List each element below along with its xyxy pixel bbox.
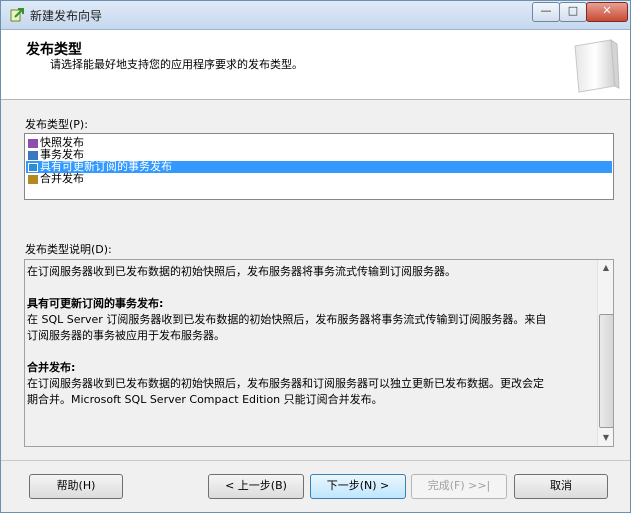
section-line: 订阅服务器的事务被应用于发布服务器。 [27,329,225,342]
page-subtitle: 请选择能最好地支持您的应用程序要求的发布类型。 [50,58,303,71]
finish-button[interactable]: 完成(F) >>| [411,474,507,499]
description-scrollbar[interactable]: ▲ ▼ [597,260,613,446]
wizard-header: 发布类型 请选择能最好地支持您的应用程序要求的发布类型。 [1,30,630,100]
transactional-publication-icon [28,150,38,160]
footer-divider [1,460,630,461]
section-line: 在 SQL Server 订阅服务器收到已发布数据的初始快照后，发布服务器将事务… [27,313,547,326]
minimize-button[interactable]: — [532,2,560,22]
title-bar: 新建发布向导 — □ ✕ [1,1,630,30]
section-heading: 具有可更新订阅的事务发布: [27,297,164,310]
description-box[interactable]: 在订阅服务器收到已发布数据的初始快照后，发布服务器将事务流式传输到订阅服务器。 … [24,259,614,447]
section-line: 期合并。Microsoft SQL Server Compact Edition… [27,393,383,406]
merge-publication-icon [28,174,38,184]
list-item-label: 合并发布 [40,172,84,185]
scroll-thumb[interactable] [599,314,613,428]
maximize-button[interactable]: □ [559,2,587,22]
wizard-window: 新建发布向导 — □ ✕ 发布类型 请选择能最好地支持您的应用程序要求的发布类型… [0,0,631,513]
description-label: 发布类型说明(D): [25,243,112,256]
publication-type-list[interactable]: 快照发布 事务发布 具有可更新订阅的事务发布 合并发布 [24,133,614,200]
close-button[interactable]: ✕ [586,2,628,22]
section-heading: 合并发布: [27,361,76,374]
scroll-up-icon[interactable]: ▲ [598,260,613,276]
description-text: 在订阅服务器收到已发布数据的初始快照后，发布服务器将事务流式传输到订阅服务器。 … [27,264,593,408]
window-title: 新建发布向导 [30,9,103,23]
description-intro: 在订阅服务器收到已发布数据的初始快照后，发布服务器将事务流式传输到订阅服务器。 [27,265,456,278]
list-item-updatable-transactional[interactable]: 具有可更新订阅的事务发布 [26,161,612,173]
back-button[interactable]: < 上一步(B) [208,474,304,499]
next-button[interactable]: 下一步(N) > [310,474,406,499]
scroll-down-icon[interactable]: ▼ [598,430,613,446]
cancel-button[interactable]: 取消 [514,474,608,499]
help-button[interactable]: 帮助(H) [29,474,123,499]
wizard-app-icon [10,8,24,22]
snapshot-publication-icon [28,138,38,148]
publication-type-label: 发布类型(P): [25,118,88,131]
list-item-merge[interactable]: 合并发布 [26,173,84,185]
section-line: 在订阅服务器收到已发布数据的初始快照后，发布服务器和订阅服务器可以独立更新已发布… [27,377,544,390]
updatable-subscription-icon [28,162,38,172]
publication-graphic-icon [574,39,620,93]
